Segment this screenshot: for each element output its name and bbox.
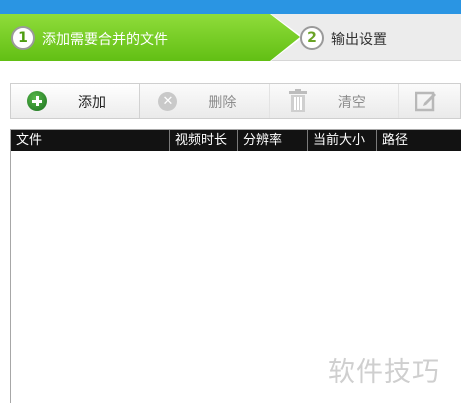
top-strip	[0, 0, 461, 14]
step-1-label: 添加需要合并的文件	[42, 32, 168, 48]
plus-circle-icon	[27, 91, 47, 111]
column-header-file[interactable]: 文件	[11, 130, 170, 151]
edit-button[interactable]	[399, 84, 460, 118]
delete-button[interactable]: ✕ 删除	[140, 84, 270, 118]
add-button-label: 添加	[78, 95, 106, 111]
file-list-header: 文件 视频时长 分辨率 当前大小 路径	[11, 130, 461, 151]
column-header-path[interactable]: 路径	[377, 130, 461, 151]
edit-icon	[415, 91, 437, 112]
add-button[interactable]: 添加	[11, 84, 141, 118]
step-2-number: 2	[300, 26, 324, 50]
step-1-number: 1	[11, 26, 35, 50]
column-header-duration[interactable]: 视频时长	[170, 130, 238, 151]
toolbar: 添加 ✕ 删除 清空	[10, 83, 461, 119]
clear-button-label: 清空	[337, 95, 366, 111]
column-header-size[interactable]: 当前大小	[308, 130, 377, 151]
wizard-steps: 1 添加需要合并的文件 2 输出设置	[0, 14, 461, 61]
watermark-text: 软件技巧	[328, 357, 440, 388]
delete-button-label: 删除	[208, 95, 237, 111]
x-circle-icon: ✕	[158, 92, 178, 111]
column-header-resolution[interactable]: 分辨率	[238, 130, 308, 151]
clear-button[interactable]: 清空	[270, 84, 400, 118]
step-2-label[interactable]: 输出设置	[331, 29, 387, 49]
trash-icon	[288, 89, 307, 112]
